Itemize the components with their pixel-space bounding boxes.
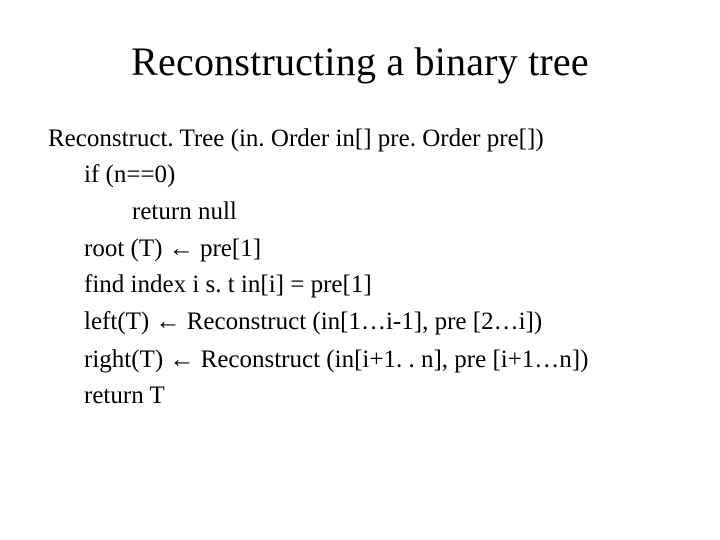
code-line: right(T) ← Reconstruct (in[i+1. . n], pr…	[84, 341, 680, 378]
code-line: return T	[84, 378, 680, 414]
code-fragment: left(T)	[84, 308, 155, 335]
code-fragment: pre[1]	[194, 235, 261, 262]
left-arrow-icon: ←	[155, 307, 180, 335]
code-line: if (n==0)	[84, 157, 680, 193]
pseudocode-block: Reconstruct. Tree (in. Order in[] pre. O…	[48, 121, 680, 414]
left-arrow-icon: ←	[169, 345, 194, 373]
code-line: Reconstruct. Tree (in. Order in[] pre. O…	[48, 121, 680, 157]
code-line: left(T) ← Reconstruct (in[1…i-1], pre [2…	[84, 303, 680, 340]
slide: Reconstructing a binary tree Reconstruct…	[0, 0, 720, 540]
code-line: return null	[132, 194, 680, 230]
code-line: root (T) ← pre[1]	[84, 230, 680, 267]
slide-title: Reconstructing a binary tree	[40, 38, 680, 85]
code-fragment: Reconstruct (in[1…i-1], pre [2…i])	[180, 308, 542, 335]
left-arrow-icon: ←	[169, 234, 194, 262]
code-fragment: Reconstruct (in[i+1. . n], pre [i+1…n])	[194, 346, 588, 373]
code-fragment: root (T)	[84, 235, 169, 262]
code-fragment: right(T)	[84, 346, 169, 373]
code-line: find index i s. t in[i] = pre[1]	[84, 267, 680, 303]
